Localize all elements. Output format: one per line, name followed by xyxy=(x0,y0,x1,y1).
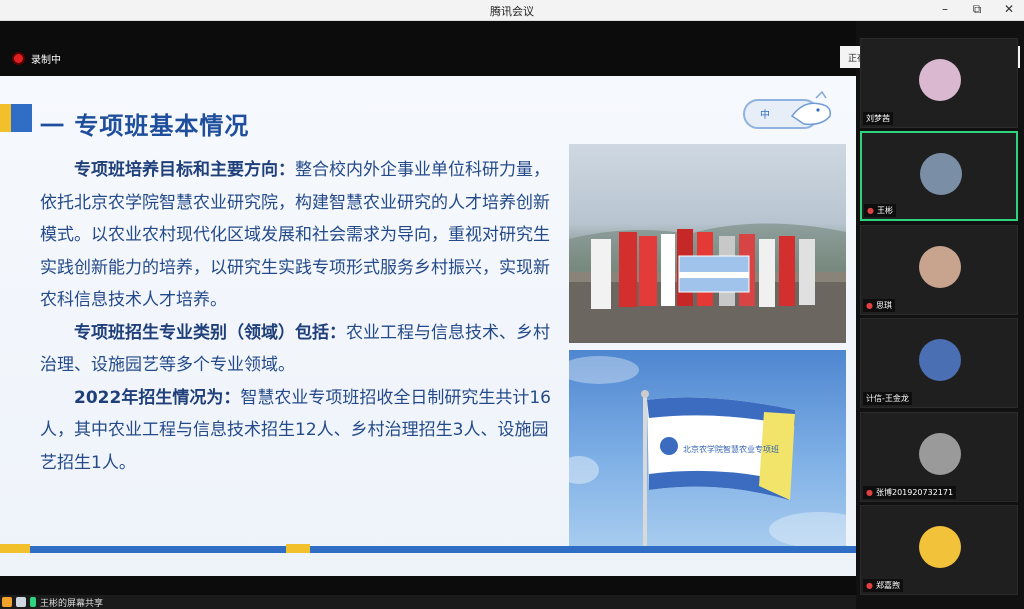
participant-name: ● 思琪 xyxy=(863,299,895,312)
avatar xyxy=(919,246,961,288)
participant-tile[interactable]: ● 郑嘉煦 xyxy=(860,505,1018,595)
slide-heading: 一 专项班基本情况 xyxy=(40,112,250,140)
restore-icon[interactable]: ⧉ xyxy=(970,2,984,17)
participant-tile[interactable]: 刘梦茜 xyxy=(860,38,1018,128)
participant-tile[interactable]: 计信-王金龙 xyxy=(860,318,1018,408)
paragraph-majors: 专项班招生专业类别（领域）包括：农业工程与信息技术、乡村治理、设施园艺等多个专业… xyxy=(40,317,560,382)
slide-body: 专项班培养目标和主要方向：整合校内外企事业单位科研力量，依托北京农学院智慧农业研… xyxy=(40,154,560,479)
participant-name: 刘梦茜 xyxy=(863,112,893,125)
close-icon[interactable]: ✕ xyxy=(1002,2,1016,17)
user-icon xyxy=(2,597,12,607)
participant-name: ● 王彬 xyxy=(864,204,896,217)
paragraph-majors-title: 专项班招生专业类别（领域）包括： xyxy=(74,322,346,343)
minimize-icon[interactable]: – xyxy=(938,2,952,17)
screen-share-statusbar: 王彬的屏幕共享 xyxy=(0,595,856,609)
recording-indicator[interactable]: 录制中 xyxy=(14,51,61,66)
heading-decoration xyxy=(0,104,24,132)
screen-share-icon xyxy=(16,597,26,607)
slide-footer-bar xyxy=(0,546,856,553)
slide-footer-accent-mid xyxy=(286,544,310,553)
window-controls: – ⧉ ✕ xyxy=(938,2,1016,17)
slide-footer-accent-left xyxy=(0,544,30,553)
flag-text: 北京农学院智慧农业专项班 xyxy=(683,444,779,454)
mic-icon[interactable] xyxy=(30,597,36,607)
participant-name: ● 张博201920732171 xyxy=(863,486,957,499)
participant-tile-active[interactable]: ● 王彬 xyxy=(860,131,1018,221)
logo-icon: 中 xyxy=(743,90,832,129)
avatar xyxy=(919,433,961,475)
shared-screen-stage: 录制中 一 专项班基本情况 中 专项班培养目标和主要方向：整合校内外企事业单位科… xyxy=(0,21,856,609)
avatar xyxy=(919,526,961,568)
mic-muted-icon: ● xyxy=(866,488,873,497)
avatar xyxy=(920,153,962,195)
paragraph-enrollment-title: 2022年招生情况为： xyxy=(74,387,241,408)
recording-label: 录制中 xyxy=(31,55,61,66)
participant-name: ● 郑嘉煦 xyxy=(863,579,903,592)
window-titlebar: 腾讯会议 – ⧉ ✕ xyxy=(0,0,1024,21)
paragraph-goals-text: 整合校内外企事业单位科研力量，依托北京农学院智慧农业研究院，构建智慧农业研究的人… xyxy=(40,160,550,310)
participant-tile[interactable]: ● 张博201920732171 xyxy=(860,412,1018,502)
participant-tile[interactable]: ● 思琪 xyxy=(860,225,1018,315)
window-title: 腾讯会议 xyxy=(490,5,534,18)
group-photo xyxy=(569,144,846,343)
mic-icon: ● xyxy=(867,206,874,215)
paragraph-enrollment: 2022年招生情况为：智慧农业专项班招收全日制研究生共计16人，其中农业工程与信… xyxy=(40,382,560,480)
flag-photo: 北京农学院智慧农业专项班 xyxy=(569,350,846,550)
logo-text: 中 xyxy=(760,108,770,121)
record-icon xyxy=(14,54,23,63)
paragraph-goals: 专项班培养目标和主要方向：整合校内外企事业单位科研力量，依托北京农学院智慧农业研… xyxy=(40,154,560,317)
avatar xyxy=(919,339,961,381)
mic-muted-icon: ● xyxy=(866,581,873,590)
heading-decoration-bar xyxy=(24,104,32,132)
mic-muted-icon: ● xyxy=(866,301,873,310)
screen-share-label: 王彬的屏幕共享 xyxy=(40,598,104,609)
paragraph-goals-title: 专项班培养目标和主要方向： xyxy=(74,160,295,180)
participant-name: 计信-王金龙 xyxy=(863,392,912,405)
avatar xyxy=(919,59,961,101)
presentation-slide: 一 专项班基本情况 中 专项班培养目标和主要方向：整合校内外企事业单位科研力量，… xyxy=(0,76,856,576)
